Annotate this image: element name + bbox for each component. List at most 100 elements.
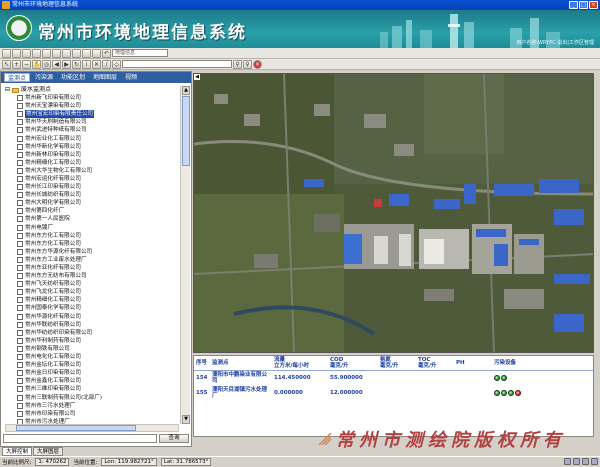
tree-item[interactable]: 常州华联纺织有限公司	[5, 321, 179, 329]
col-toc[interactable]: TOC 毫克/升	[416, 356, 454, 371]
expand-icon[interactable]: ⊟	[5, 86, 10, 94]
zoom-in-icon[interactable]: +	[12, 59, 21, 69]
tree-item[interactable]: 常州武进特种纸有限公司	[5, 126, 179, 134]
tree-item[interactable]: 常州华天刷制造有限公司	[5, 118, 179, 126]
map-corner-arrow-icon[interactable]: ◀	[194, 74, 200, 80]
checkbox[interactable]	[17, 175, 23, 182]
checkbox[interactable]	[17, 111, 23, 118]
tree-item[interactable]: 常州第四化纤厂	[5, 207, 179, 215]
undo-icon[interactable]: ↶	[102, 48, 111, 58]
line-tool-icon[interactable]: /	[102, 59, 111, 69]
tree-item[interactable]: 常州金日印染有限公司	[5, 369, 179, 377]
checkbox[interactable]	[17, 159, 23, 166]
tree-item[interactable]: 常州东方化工有限公司	[5, 240, 179, 248]
tree-item[interactable]: 常州三维印染有限公司	[5, 385, 179, 393]
checkbox[interactable]	[17, 184, 23, 191]
print-icon[interactable]	[22, 48, 31, 58]
map-imagery[interactable]	[194, 74, 594, 353]
tree-item[interactable]: 常州长城纺织有限公司	[5, 191, 179, 199]
tree-item[interactable]: 常州宏运化纤有限公司	[5, 175, 179, 183]
select-icon[interactable]	[42, 48, 51, 58]
tree-item[interactable]: 常州华源化纤有限公司	[5, 313, 179, 321]
zoom-out-icon[interactable]: −	[22, 59, 31, 69]
query-button[interactable]: 查询	[159, 434, 189, 443]
minimize-button[interactable]: _	[569, 1, 578, 9]
tree-item[interactable]: 常州国泰化学有限公司	[5, 304, 179, 312]
tab-pollution-sources[interactable]: 污染源	[32, 73, 56, 82]
tree-item[interactable]: 常州三联制药有限公司(北部厂)	[5, 393, 179, 401]
save-icon[interactable]	[12, 48, 21, 58]
checkbox[interactable]	[17, 321, 23, 328]
tray-icon[interactable]	[564, 458, 571, 465]
tree-item[interactable]: 常州宝宏印染有限责任公司	[5, 110, 179, 119]
checkbox[interactable]	[17, 95, 23, 102]
tree-item[interactable]: 常州东方工业废水处理厂	[5, 256, 179, 264]
col-flow[interactable]: 流量 立方米/每小时	[272, 356, 328, 371]
tab-screen-layers[interactable]: 大屏图层	[33, 447, 64, 456]
pan-icon[interactable]: ✋	[32, 59, 41, 69]
checkbox[interactable]	[17, 402, 23, 409]
checkbox[interactable]	[17, 410, 23, 417]
col-equipment[interactable]: 污染设备	[492, 356, 593, 371]
col-ph[interactable]: PH	[454, 356, 492, 371]
checkbox[interactable]	[17, 345, 23, 352]
checkbox[interactable]	[17, 103, 23, 110]
tree-item[interactable]: 常州电镀厂	[5, 224, 179, 232]
tab-screen-control[interactable]: 大屏控制	[2, 447, 33, 456]
search-field[interactable]	[122, 60, 232, 68]
tab-functional-zones[interactable]: 功能区划	[58, 73, 88, 82]
tree-item[interactable]: 常州飞龙化工有限公司	[5, 288, 179, 296]
tree-item[interactable]: 常州金坛化工有限公司	[5, 361, 179, 369]
checkbox[interactable]	[17, 127, 23, 134]
clear-icon[interactable]: ✕	[92, 59, 101, 69]
tree-item[interactable]: 常州新飞印染有限公司	[5, 94, 179, 102]
tree-item[interactable]: 常州天宝漂染有限公司	[5, 102, 179, 110]
tree-item[interactable]: 常州华新化学有限公司	[5, 143, 179, 151]
tree-item[interactable]: 常州电化化工有限公司	[5, 353, 179, 361]
open-icon[interactable]	[2, 48, 11, 58]
checkbox[interactable]	[17, 378, 23, 385]
hscroll-thumb[interactable]	[16, 425, 136, 431]
refresh-icon[interactable]: ↻	[72, 59, 81, 69]
checkbox[interactable]	[17, 329, 23, 336]
checkbox[interactable]	[17, 337, 23, 344]
scroll-thumb[interactable]	[182, 96, 190, 166]
tray-icon[interactable]	[573, 458, 580, 465]
checkbox[interactable]	[17, 394, 23, 401]
col-nh3[interactable]: 氨氮 毫克/升	[378, 356, 416, 371]
checkbox[interactable]	[17, 167, 23, 174]
binoculars-icon[interactable]: ⚲	[233, 59, 242, 69]
checkbox[interactable]	[17, 273, 23, 280]
checkbox[interactable]	[17, 370, 23, 377]
coordinate-field[interactable]: 地理信息	[112, 49, 168, 57]
next-extent-icon[interactable]: ▶	[62, 59, 71, 69]
tree-item[interactable]: 常州第一人民医院	[5, 215, 179, 223]
tree-root[interactable]: ⊟ 废水监测点	[5, 86, 179, 94]
scroll-down-icon[interactable]: ▼	[182, 415, 190, 424]
col-index[interactable]: 序号	[194, 356, 210, 371]
checkbox[interactable]	[17, 289, 23, 296]
tree-item[interactable]: 常州市三污水处理厂	[5, 402, 179, 410]
checkbox[interactable]	[17, 119, 23, 126]
checkbox[interactable]	[17, 216, 23, 223]
checkbox[interactable]	[17, 135, 23, 142]
query-input[interactable]	[3, 434, 157, 443]
checkbox[interactable]	[17, 362, 23, 369]
tree-item[interactable]: 常州宏业化工有限公司	[5, 134, 179, 142]
checkbox[interactable]	[17, 354, 23, 361]
stop-icon[interactable]: ×	[253, 59, 262, 69]
tree-item[interactable]: 常州东方化工有限公司	[5, 232, 179, 240]
checkbox[interactable]	[17, 143, 23, 150]
tree-item[interactable]: 常州东亚化纤有限公司	[5, 264, 179, 272]
tab-map-layers[interactable]: 地图图层	[90, 73, 120, 82]
info-icon[interactable]: i	[82, 59, 91, 69]
checkbox[interactable]	[17, 200, 23, 207]
polygon-tool-icon[interactable]: ◇	[112, 59, 121, 69]
pointer-icon[interactable]: ↖	[2, 59, 11, 69]
previous-extent-icon[interactable]: ◀	[52, 59, 61, 69]
checkbox[interactable]	[17, 240, 23, 247]
checkbox[interactable]	[17, 192, 23, 199]
checkbox[interactable]	[17, 281, 23, 288]
full-extent-icon[interactable]: ◎	[42, 59, 51, 69]
scroll-up-icon[interactable]: ▲	[182, 86, 190, 95]
